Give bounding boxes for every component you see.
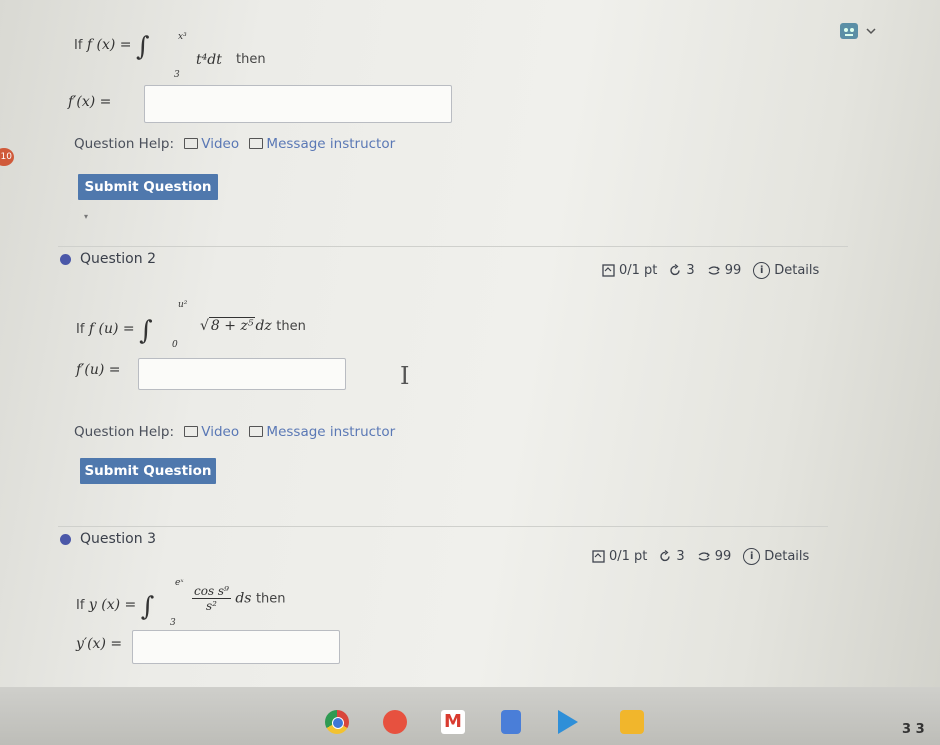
q3-numerator: cos s⁹ bbox=[192, 584, 231, 599]
q1-video-link[interactable]: Video bbox=[201, 136, 239, 152]
q1-then-word: then bbox=[236, 52, 266, 67]
q1-function: f (x) = bbox=[86, 37, 132, 53]
q3-meta: 0/1 pt 3 99 i Details bbox=[592, 548, 809, 565]
q2-submit-button[interactable]: Submit Question bbox=[80, 458, 216, 484]
message-icon bbox=[249, 138, 264, 149]
sqrt-sign: √ bbox=[200, 318, 209, 334]
retry-icon bbox=[708, 266, 720, 275]
q2-if-word: If bbox=[76, 322, 85, 337]
gmail-icon[interactable]: M bbox=[441, 710, 465, 734]
message-icon bbox=[249, 426, 264, 437]
q3-lower-limit: 3 bbox=[170, 618, 176, 628]
text-cursor-icon: I bbox=[400, 362, 410, 390]
play-store-icon[interactable] bbox=[558, 710, 578, 734]
q2-integrand-tail: dz bbox=[255, 318, 272, 334]
q1-message-link[interactable]: Message instructor bbox=[266, 136, 395, 152]
side-badge: 10 bbox=[0, 148, 14, 166]
q2-lower-limit: 0 bbox=[172, 340, 178, 350]
points-icon bbox=[602, 264, 615, 277]
q3-points: 0/1 pt bbox=[609, 549, 648, 564]
q2-integrand-root: 8 + z⁵ bbox=[208, 317, 256, 334]
integral-sign: ∫ bbox=[135, 32, 150, 62]
video-icon bbox=[184, 426, 199, 437]
q2-video-link[interactable]: Video bbox=[201, 424, 239, 440]
q2-status-dot bbox=[60, 254, 71, 265]
tailwind-app-icon[interactable] bbox=[383, 710, 407, 734]
q3-statement: If y (x) = ∫ bbox=[76, 592, 154, 622]
q2-tries: 3 bbox=[686, 263, 695, 278]
q3-then-word: then bbox=[255, 591, 286, 607]
q2-answer-label: f′(u) = bbox=[76, 362, 121, 378]
integral-sign: ∫ bbox=[139, 316, 153, 346]
details-icon: i bbox=[743, 548, 761, 565]
q1-statement: If f (x) = ∫ bbox=[74, 32, 150, 62]
tries-icon bbox=[670, 264, 681, 276]
q1-help-label: Question Help: bbox=[74, 136, 174, 152]
q2-then-word: then bbox=[276, 319, 306, 334]
q2-function: f (u) = bbox=[88, 321, 135, 337]
avatar-icon bbox=[840, 23, 858, 39]
q1-lower-limit: 3 bbox=[174, 70, 180, 80]
q2-retries: 99 bbox=[724, 263, 742, 278]
details-icon: i bbox=[753, 262, 771, 279]
q1-answer-input[interactable] bbox=[144, 85, 452, 123]
status-text[interactable]: 3 3 bbox=[902, 722, 925, 737]
q2-upper-limit: u² bbox=[178, 300, 188, 310]
q3-if-word: If bbox=[76, 598, 85, 613]
q1-question-help: Question Help: Video Message instructor bbox=[74, 136, 395, 152]
q3-upper-limit: eˣ bbox=[175, 578, 184, 588]
q1-integrand: t⁴dt bbox=[196, 52, 222, 68]
docs-icon[interactable] bbox=[501, 710, 521, 734]
q3-integrand-tail: ds bbox=[235, 590, 252, 607]
q2-points: 0/1 pt bbox=[619, 263, 658, 278]
q3-title: Question 3 bbox=[80, 531, 156, 547]
q3-function: y (x) = bbox=[88, 597, 137, 613]
q2-message-link[interactable]: Message instructor bbox=[266, 424, 395, 440]
q3-answer-label: y′(x) = bbox=[76, 636, 123, 652]
chevron-down-icon bbox=[866, 28, 876, 35]
q1-upper-limit: x³ bbox=[178, 32, 187, 42]
keep-icon[interactable] bbox=[620, 710, 644, 734]
taskbar bbox=[0, 687, 940, 745]
q2-meta: 0/1 pt 3 99 i Details bbox=[602, 262, 819, 279]
q3-denominator: s² bbox=[205, 599, 217, 613]
q2-answer-input[interactable] bbox=[138, 358, 346, 390]
divider bbox=[58, 246, 848, 247]
q1-answer-label: f′(x) = bbox=[68, 94, 112, 110]
q3-retries: 99 bbox=[714, 549, 732, 564]
tries-icon bbox=[660, 550, 671, 562]
chrome-icon[interactable] bbox=[325, 710, 349, 734]
q3-details-link[interactable]: Details bbox=[764, 549, 809, 564]
q2-help-label: Question Help: bbox=[74, 424, 174, 440]
account-menu[interactable] bbox=[838, 18, 884, 44]
q2-details-link[interactable]: Details bbox=[774, 263, 819, 278]
q1-submit-button[interactable]: Submit Question bbox=[78, 174, 218, 200]
q3-tries: 3 bbox=[676, 549, 685, 564]
q2-question-help: Question Help: Video Message instructor bbox=[74, 424, 395, 440]
small-arrow-icon: ▾ bbox=[84, 212, 89, 221]
q3-integrand: cos s⁹ s² ds then bbox=[192, 584, 286, 613]
q3-status-dot bbox=[60, 534, 71, 545]
q2-statement: If f (u) = ∫ bbox=[76, 316, 153, 346]
divider bbox=[58, 526, 828, 527]
q3-answer-input[interactable] bbox=[132, 630, 340, 664]
q2-title: Question 2 bbox=[80, 251, 156, 267]
points-icon bbox=[592, 550, 605, 563]
q2-integrand: √ 8 + z⁵ dz then bbox=[200, 317, 306, 334]
q3-fraction: cos s⁹ s² bbox=[192, 584, 231, 613]
retry-icon bbox=[698, 552, 710, 561]
q1-if-word: If bbox=[74, 38, 83, 53]
integral-sign: ∫ bbox=[140, 592, 155, 622]
video-icon bbox=[184, 138, 199, 149]
